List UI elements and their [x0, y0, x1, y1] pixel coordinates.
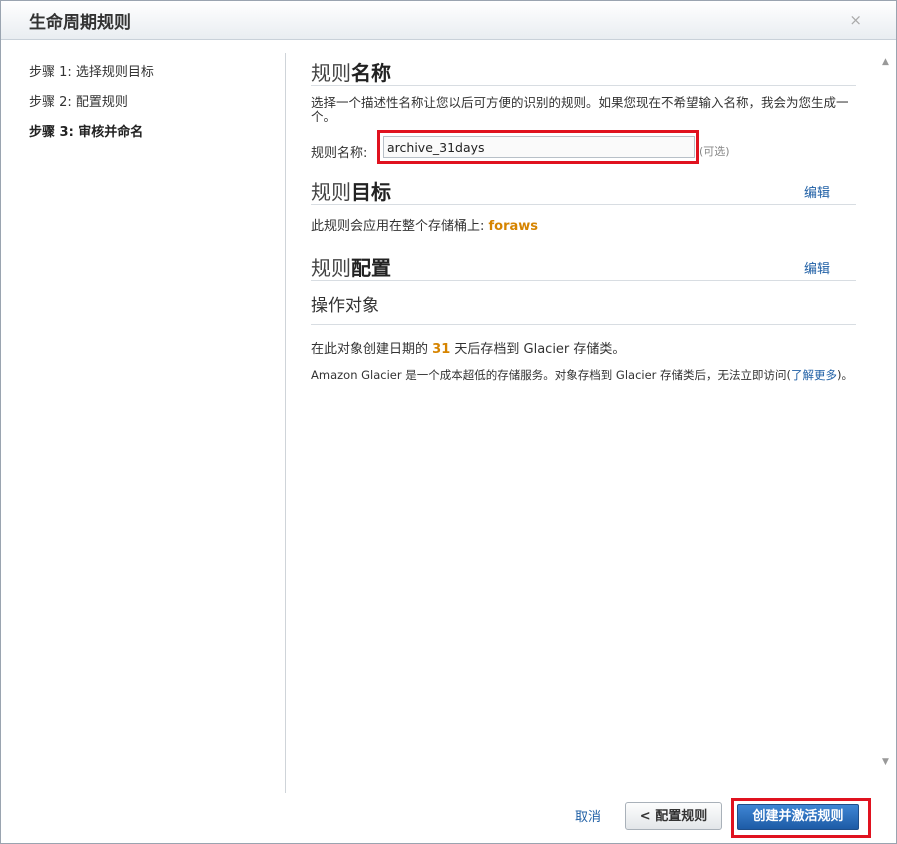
step-2: 步骤 2: 配置规则: [29, 95, 128, 110]
rule-name-row: 规则名称: (可选): [311, 130, 856, 172]
rule-config-title: 规则配置: [311, 256, 391, 280]
rule-name-description: 选择一个描述性名称让您以后可方便的识别的规则。如果您现在不希望输入名称，我会为您…: [311, 95, 849, 124]
rule-target-text: 此规则会应用在整个存储桶上: foraws: [311, 219, 539, 234]
rule-name-label: 规则名称:: [311, 146, 368, 161]
rule-target-header: 规则目标 编辑: [311, 172, 856, 205]
archive-rule-text: 在此对象创建日期的 31 天后存档到 Glacier 存储类。: [311, 342, 626, 357]
step-1: 步骤 1: 选择规则目标: [29, 65, 154, 80]
create-button-highlight: 创建并激活规则: [731, 798, 871, 838]
rule-name-title: 规则名称: [311, 61, 391, 85]
bucket-name: foraws: [488, 219, 539, 234]
dialog-title: 生命周期规则: [29, 13, 131, 33]
rule-name-header: 规则名称: [311, 53, 856, 86]
rule-name-highlight: [377, 130, 699, 164]
scroll-down-icon[interactable]: ▼: [882, 757, 889, 767]
glacier-note: Amazon Glacier 是一个成本超低的存储服务。对象存档到 Glacie…: [311, 368, 854, 382]
steps-divider: [285, 53, 286, 793]
back-to-config-button[interactable]: < 配置规则: [625, 802, 722, 830]
create-and-activate-button[interactable]: 创建并激活规则: [737, 804, 859, 830]
action-subheading: 操作对象: [311, 294, 856, 325]
content-scrollbar[interactable]: ▲ ▼: [878, 53, 895, 773]
review-panel: 规则名称 选择一个描述性名称让您以后可方便的识别的规则。如果您现在不希望输入名称…: [311, 53, 856, 383]
learn-more-link[interactable]: 了解更多: [791, 368, 837, 382]
close-icon[interactable]: ×: [849, 11, 862, 29]
rule-name-input[interactable]: [383, 136, 695, 158]
rule-config-header: 规则配置 编辑: [311, 248, 856, 281]
lifecycle-rule-dialog: 生命周期规则 × 步骤 1: 选择规则目标 步骤 2: 配置规则 步骤 3: 审…: [0, 0, 897, 844]
optional-hint: (可选): [699, 145, 730, 158]
dialog-titlebar: 生命周期规则 ×: [1, 1, 896, 40]
rule-target-title: 规则目标: [311, 180, 391, 204]
scroll-up-icon[interactable]: ▲: [882, 57, 889, 67]
edit-config-link[interactable]: 编辑: [804, 258, 830, 277]
cancel-link[interactable]: 取消: [575, 806, 601, 825]
wizard-steps: 步骤 1: 选择规则目标 步骤 2: 配置规则 步骤 3: 审核并命名: [29, 63, 269, 153]
step-3-current: 步骤 3: 审核并命名: [29, 125, 144, 140]
edit-target-link[interactable]: 编辑: [804, 182, 830, 201]
archive-days: 31: [432, 342, 451, 357]
